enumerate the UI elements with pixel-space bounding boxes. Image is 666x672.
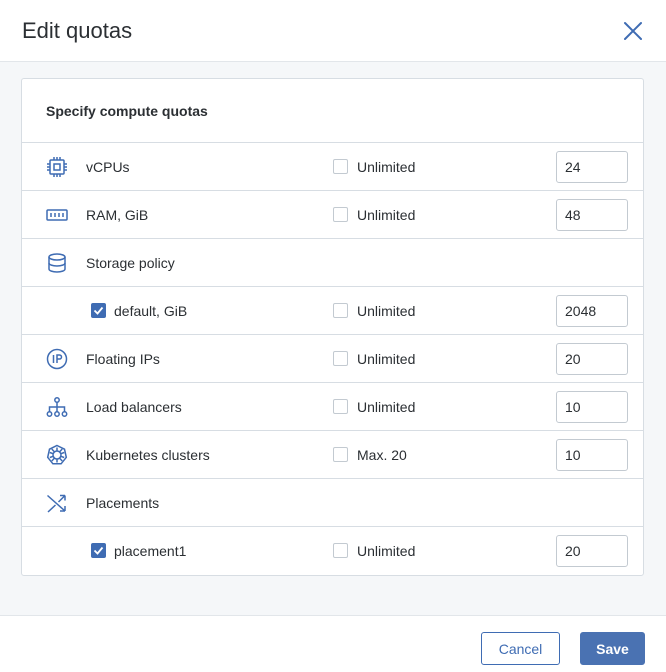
placement1-label: placement1 (114, 543, 187, 559)
checkmark-icon (93, 546, 104, 555)
quota-row-storage-policy: Storage policy (22, 239, 643, 287)
vcpus-label: vCPUs (86, 158, 130, 175)
helm-wheel-icon (46, 444, 68, 466)
placement1-unlimited-checkbox[interactable] (333, 543, 348, 558)
ram-unlimited-checkbox[interactable] (333, 207, 348, 222)
quota-row-ram: RAM, GiB Unlimited (22, 191, 643, 239)
quota-row-vcpus: vCPUs Unlimited (22, 143, 643, 191)
placements-label: Placements (86, 494, 160, 511)
storage-default-input[interactable] (556, 295, 628, 327)
database-icon (46, 252, 68, 274)
dialog-title: Edit quotas (22, 17, 133, 43)
ram-input[interactable] (556, 199, 628, 231)
load-balancers-unlimited-checkbox[interactable] (333, 399, 348, 414)
storage-default-unlimited-checkbox[interactable] (333, 303, 348, 318)
kubernetes-clusters-input[interactable] (556, 439, 628, 471)
quota-row-storage-default: default, GiB Unlimited (22, 287, 643, 335)
storage-policy-label: Storage policy (86, 254, 175, 271)
memory-icon (46, 204, 68, 226)
storage-default-unlimited-label: Unlimited (357, 302, 416, 319)
checkmark-icon (93, 306, 104, 315)
close-icon (624, 21, 642, 40)
quota-row-load-balancers: Load balancers Unlimited (22, 383, 643, 431)
placement1-input[interactable] (556, 535, 628, 567)
edit-quotas-dialog: Edit quotas Specify compute quotas vCPUs (0, 0, 666, 672)
placement1-checkbox[interactable] (91, 543, 106, 558)
dialog-header: Edit quotas (0, 0, 666, 62)
ram-unlimited-label: Unlimited (357, 206, 416, 223)
load-balancers-label: Load balancers (86, 398, 182, 415)
ip-icon (46, 348, 68, 370)
dialog-body: Specify compute quotas vCPUs Unlimited 2… (0, 62, 666, 615)
kubernetes-max-checkbox[interactable] (333, 447, 348, 462)
panel-heading: Specify compute quotas (22, 79, 643, 143)
cancel-button[interactable]: Cancel (481, 632, 560, 665)
load-balancers-input[interactable] (556, 391, 628, 423)
floating-ips-label: Floating IPs (86, 350, 160, 367)
quota-row-placements: Placements (22, 479, 643, 527)
vcpus-unlimited-checkbox[interactable] (333, 159, 348, 174)
kubernetes-max-label: Max. 20 (357, 446, 407, 463)
floating-ips-input[interactable] (556, 343, 628, 375)
quota-row-floating-ips: Floating IPs Unlimited (22, 335, 643, 383)
quotas-panel: Specify compute quotas vCPUs Unlimited 2… (21, 78, 644, 576)
kubernetes-clusters-label: Kubernetes clusters (86, 446, 210, 463)
dialog-footer: Cancel Save (0, 615, 666, 672)
quota-row-kubernetes-clusters: Kubernetes clusters Max. 20 (22, 431, 643, 479)
cpu-icon (46, 156, 68, 178)
placement1-unlimited-label: Unlimited (357, 543, 416, 559)
shuffle-icon (46, 492, 68, 514)
close-button[interactable] (620, 18, 646, 44)
storage-default-label: default, GiB (114, 302, 188, 319)
ram-label: RAM, GiB (86, 206, 149, 223)
network-tree-icon (46, 396, 68, 418)
floating-ips-unlimited-label: Unlimited (357, 350, 416, 367)
storage-default-checkbox[interactable] (91, 303, 106, 318)
quota-row-placement1: placement1 Unlimited (22, 527, 643, 575)
save-button[interactable]: Save (580, 632, 645, 665)
vcpus-unlimited-label: Unlimited (357, 158, 416, 175)
load-balancers-unlimited-label: Unlimited (357, 398, 416, 415)
vcpus-input[interactable] (556, 151, 628, 183)
floating-ips-unlimited-checkbox[interactable] (333, 351, 348, 366)
